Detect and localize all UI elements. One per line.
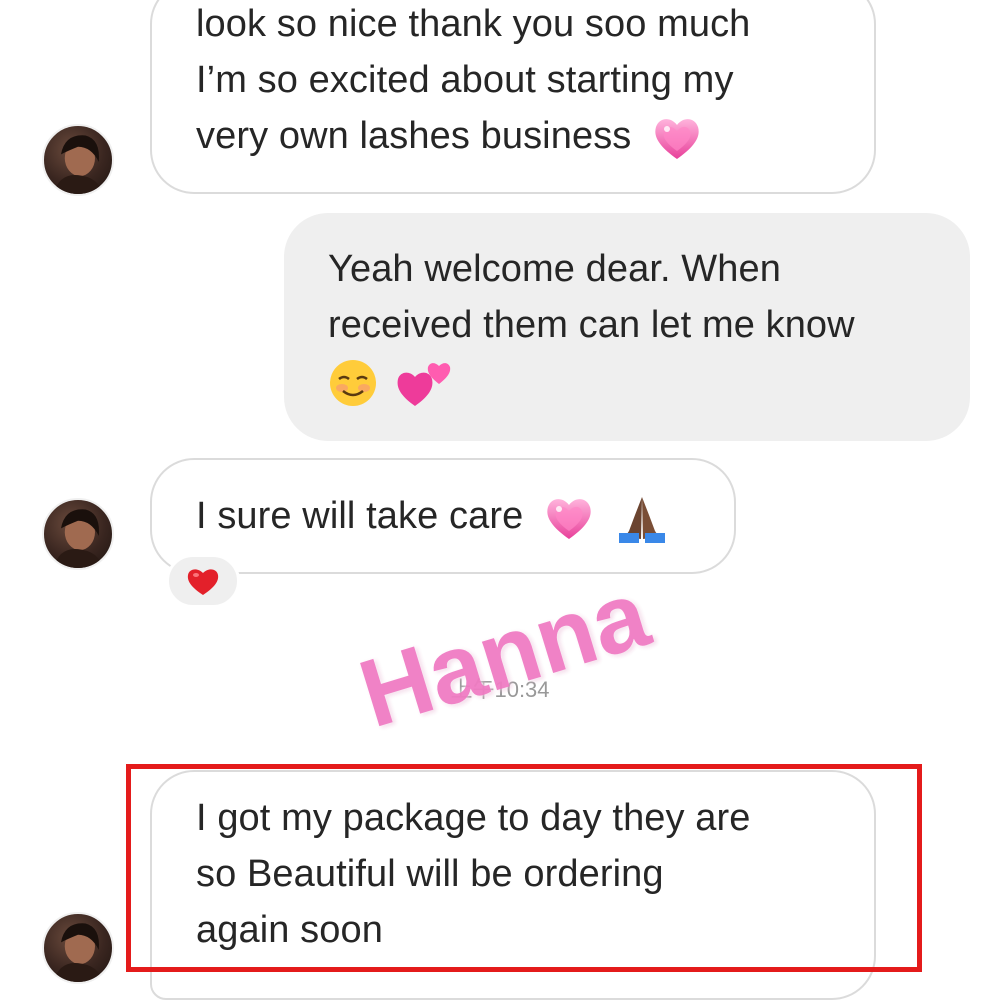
sparkling-heart-emoji (655, 119, 699, 159)
message-line: Yeah welcome dear. When (328, 248, 781, 290)
message-text: very own lashes business (196, 115, 632, 157)
message-text: I sure will take care (196, 495, 524, 537)
message-bubble-outgoing[interactable]: Yeah welcome dear. When received them ca… (284, 213, 970, 441)
avatar-photo (53, 509, 103, 568)
sender-avatar[interactable] (42, 124, 114, 196)
message-line: received them can let me know (328, 304, 855, 346)
message-emoji-line (328, 353, 926, 417)
two-hearts-emoji (397, 363, 450, 406)
message-line: very own lashes business (196, 108, 830, 164)
sender-avatar[interactable] (42, 912, 114, 984)
avatar-photo (53, 135, 103, 194)
message-bubble-incoming[interactable]: I sure will take care (150, 458, 736, 574)
red-heart-icon (187, 569, 219, 595)
sparkling-heart-emoji (547, 499, 591, 539)
smiling-face-emoji (330, 359, 376, 406)
message-line: look so nice thank you soo much (196, 3, 751, 45)
avatar-photo (53, 923, 103, 982)
message-line: I sure will take care (196, 488, 690, 544)
watermark-text: Hanna (348, 559, 660, 749)
reaction-badge[interactable] (166, 554, 240, 608)
red-highlight-box (126, 764, 922, 972)
sender-avatar[interactable] (42, 498, 114, 570)
message-line: I’m so excited about starting my (196, 59, 734, 101)
folded-hands-icon (618, 496, 665, 543)
message-bubble-incoming[interactable]: look so nice thank you soo much I’m so e… (150, 0, 876, 194)
